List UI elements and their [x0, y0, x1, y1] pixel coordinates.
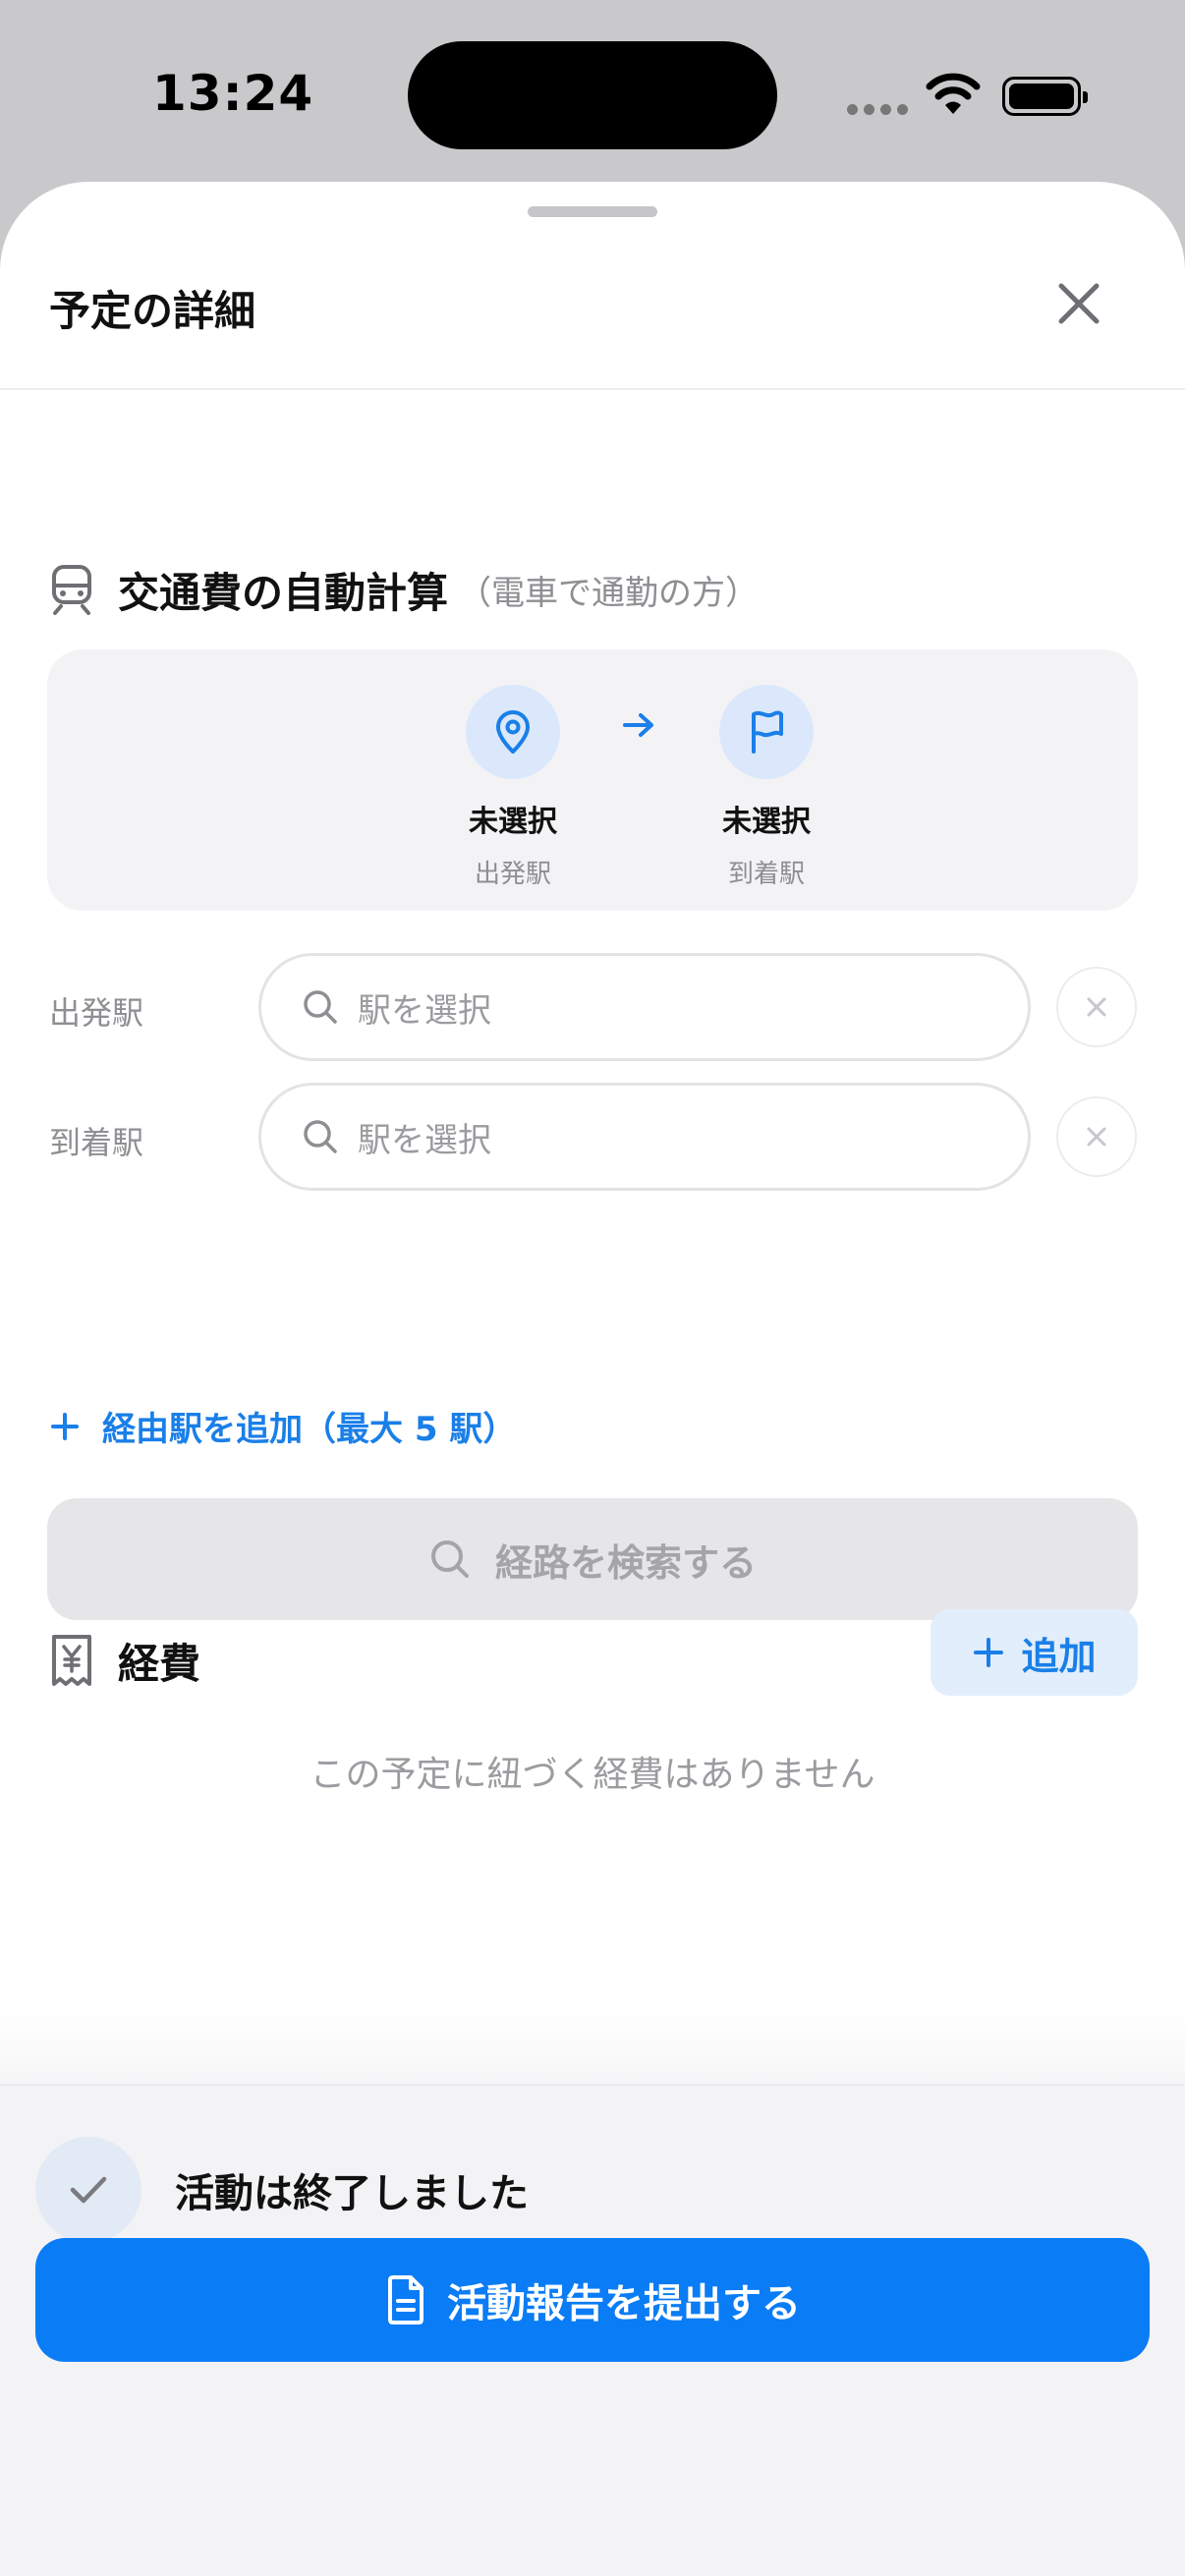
battery-icon	[1002, 77, 1088, 116]
signal-icon	[847, 104, 908, 115]
transport-section-header: 交通費の自動計算 （電車で通勤の方）	[49, 560, 759, 619]
dynamic-island	[408, 41, 777, 149]
transport-title: 交通費の自動計算	[118, 568, 449, 617]
close-icon	[1087, 997, 1106, 1017]
route-to: 未選択 到着駅	[668, 685, 865, 890]
map-pin-icon	[496, 710, 530, 754]
footer-panel: 活動は終了しました 活動報告を提出する	[0, 2084, 1185, 2576]
submit-report-label: 活動報告を提出する	[447, 2281, 801, 2326]
arrival-field-row: 到着駅 駅を選択	[0, 1083, 1185, 1191]
route-search-label: 経路を検索する	[494, 1540, 757, 1585]
arrival-clear-button[interactable]	[1056, 1096, 1137, 1177]
departure-clear-button[interactable]	[1056, 967, 1137, 1047]
close-icon	[1087, 1127, 1106, 1147]
train-icon	[52, 565, 91, 615]
activity-done-row: 活動は終了しました	[35, 2137, 529, 2243]
done-check	[35, 2137, 141, 2243]
departure-field-row: 出発駅 駅を選択	[0, 953, 1185, 1061]
departure-placeholder: 駅を選択	[358, 990, 491, 1031]
to-value: 未選択	[722, 805, 811, 839]
transport-subtitle: （電車で通勤の方）	[458, 573, 760, 613]
sheet-title: 予定の詳細	[49, 287, 256, 335]
route-summary-card: 未選択 出発駅 未選択 到着駅	[47, 649, 1138, 911]
close-icon[interactable]	[1047, 272, 1110, 335]
status-time: 13:24	[152, 65, 314, 122]
expense-section-header: 経費	[49, 1626, 200, 1695]
arrival-label: 到着駅	[49, 1124, 144, 1161]
from-label: 出発駅	[474, 860, 551, 889]
detail-sheet: 予定の詳細 交通費の自動計算 （電車で通勤の方） 未選択 出発駅 未選択 到着駅…	[0, 182, 1185, 2576]
to-label: 到着駅	[727, 860, 805, 889]
plus-icon	[974, 1638, 1004, 1667]
route-from: 未選択 出発駅	[415, 685, 611, 890]
arrival-placeholder: 駅を選択	[358, 1120, 491, 1160]
document-icon	[388, 2275, 423, 2324]
submit-report-button[interactable]: 活動報告を提出する	[35, 2238, 1150, 2362]
header-divider	[0, 388, 1185, 390]
departure-label: 出発駅	[49, 994, 144, 1032]
to-circle	[719, 685, 814, 779]
add-expense-button[interactable]: 追加	[931, 1609, 1138, 1696]
status-icons	[847, 69, 1088, 128]
status-bar: 13:24	[0, 0, 1185, 187]
expense-title: 経費	[118, 1639, 201, 1688]
wifi-icon	[926, 73, 981, 114]
departure-station-input[interactable]: 駅を選択	[258, 953, 1031, 1061]
flag-icon	[752, 710, 783, 754]
route-search-button[interactable]: 経路を検索する	[47, 1498, 1138, 1620]
receipt-yen-icon	[52, 1635, 91, 1686]
search-icon	[304, 990, 337, 1024]
add-via-label: 経由駅を追加（最大 5 駅）	[102, 1410, 517, 1449]
empty-expenses-message: この予定に紐づく経費はありません	[310, 1755, 875, 1795]
search-icon	[430, 1540, 469, 1578]
arrow-right-icon	[623, 713, 653, 737]
arrival-station-input[interactable]: 駅を選択	[258, 1083, 1031, 1191]
add-via-station-button[interactable]: 経由駅を追加（最大 5 駅）	[49, 1402, 516, 1450]
footer-fade	[0, 2009, 1185, 2084]
from-value: 未選択	[469, 805, 557, 839]
search-icon	[304, 1120, 337, 1153]
checkmark-icon	[70, 2176, 107, 2204]
from-circle	[466, 685, 560, 779]
plus-icon	[51, 1412, 79, 1440]
activity-done-text: 活動は終了しました	[175, 2171, 529, 2216]
add-expense-label: 追加	[1021, 1634, 1097, 1678]
sheet-grabber[interactable]	[528, 206, 657, 217]
